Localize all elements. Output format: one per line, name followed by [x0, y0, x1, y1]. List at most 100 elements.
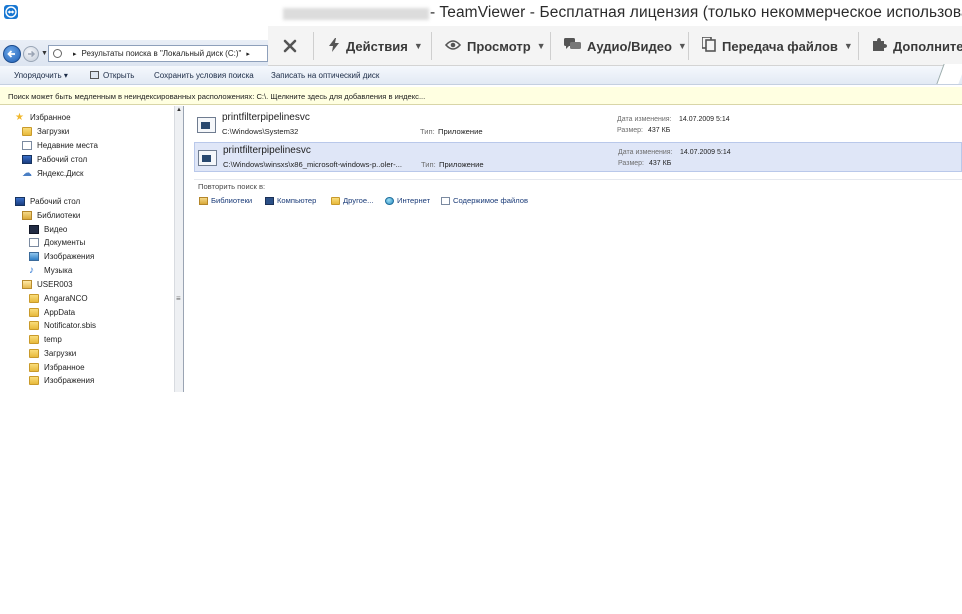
nav-item-desktop[interactable]: Рабочий стол [22, 155, 87, 164]
nav-item-label: temp [44, 335, 62, 344]
application-icon [198, 150, 217, 166]
link-label: Интернет [397, 196, 431, 205]
pictures-folder-icon [29, 376, 39, 385]
toolbar-divider [431, 32, 432, 60]
link-label: Содержимое файлов [453, 196, 529, 205]
computer-icon [265, 196, 274, 205]
result-date-label: Дата изменения: [618, 149, 673, 156]
nav-item-user-pictures[interactable]: Изображения [29, 376, 94, 385]
close-session-button[interactable] [282, 26, 298, 66]
result-name: printfilterpipelinesvc [222, 112, 310, 123]
nav-item-label: Notificator.sbis [44, 321, 97, 330]
folder-icon [331, 196, 340, 205]
nav-item-pictures[interactable]: Изображения [29, 252, 94, 261]
lightning-icon [328, 37, 340, 55]
nav-item-label: Библиотеки [37, 211, 81, 220]
link-label: Библиотеки [211, 196, 253, 205]
nav-item-desktop-root[interactable]: Рабочий стол [15, 197, 80, 206]
result-date-value: 14.07.2009 5:14 [679, 116, 730, 123]
repeat-in-libraries-link[interactable]: Библиотеки [199, 196, 252, 205]
nav-item-user-downloads[interactable]: Загрузки [29, 349, 76, 358]
file-transfer-menu-button[interactable]: Передача файлов ▼ [701, 26, 853, 66]
command-bar: Упорядочить ▾ Открыть Сохранить условия … [0, 66, 962, 85]
back-button[interactable] [3, 45, 21, 63]
nav-item-favorites[interactable]: ★ Избранное [15, 112, 71, 123]
history-dropdown-button[interactable]: ▼ [41, 50, 48, 57]
result-type-value: Приложение [438, 127, 483, 136]
nav-item-yandex-disk[interactable]: ☁ Яндекс.Диск [22, 169, 84, 179]
repeat-in-file-contents-link[interactable]: Содержимое файлов [441, 196, 528, 205]
nav-item-documents[interactable]: Документы [29, 238, 85, 247]
results-divider [194, 179, 962, 180]
result-size-label: Размер: [618, 160, 645, 167]
nav-item-label: Яндекс.Диск [37, 169, 84, 178]
open-label: Открыть [103, 71, 135, 80]
nav-item-user-favorites[interactable]: Избранное [29, 363, 85, 372]
back-arrow-icon [7, 50, 15, 58]
folder-icon [29, 321, 39, 330]
nav-item-label: Рабочий стол [30, 197, 81, 206]
link-label: Компьютер [277, 196, 317, 205]
splitter-grip-icon[interactable]: ≡ [176, 294, 181, 303]
star-icon: ★ [15, 112, 24, 123]
breadcrumb[interactable]: Результаты поиска в "Локальный диск (C:)… [82, 49, 242, 58]
result-name: printfilterpipelinesvc [223, 145, 311, 156]
nav-item-user003[interactable]: USER003 [22, 280, 73, 289]
view-label: Просмотр [467, 38, 531, 54]
index-info-bar[interactable]: Поиск может быть медленным в неиндексиро… [0, 87, 962, 105]
nav-item-temp[interactable]: temp [29, 335, 62, 344]
recent-places-icon [22, 141, 32, 150]
address-bar[interactable]: ▸ Результаты поиска в "Локальный диск (C… [48, 45, 268, 62]
result-path: C:\Windows\System32 [222, 127, 299, 136]
result-path: C:\Windows\winsxs\x86_microsoft-windows-… [223, 160, 402, 169]
result-item-selected[interactable]: printfilterpipelinesvc C:\Windows\winsxs… [194, 142, 962, 172]
pictures-library-icon [29, 252, 39, 261]
audio-video-menu-button[interactable]: Аудио/Видео ▼ [564, 26, 687, 66]
nav-pane-scrollbar[interactable]: ▲ ≡ [174, 106, 184, 392]
result-size-value: 437 КБ [648, 127, 671, 134]
breadcrumb-chevron-icon[interactable]: ▸ [246, 50, 250, 58]
view-menu-button[interactable]: Просмотр ▼ [444, 26, 546, 66]
blank-area [0, 392, 962, 614]
organize-button[interactable]: Упорядочить ▾ [14, 71, 68, 80]
open-button[interactable]: Открыть [90, 71, 134, 80]
forward-button[interactable] [23, 46, 39, 62]
eye-icon [444, 39, 462, 54]
chat-bubbles-icon [564, 38, 581, 54]
file-transfer-label: Передача файлов [722, 38, 838, 54]
chevron-down-icon: ▼ [413, 41, 423, 51]
info-bar-text: Поиск может быть медленным в неиндексиро… [8, 92, 426, 101]
repeat-in-other-link[interactable]: Другое... [331, 196, 373, 205]
nav-item-appdata[interactable]: AppData [29, 308, 75, 317]
nav-item-angaranco[interactable]: AngaraNCO [29, 294, 88, 303]
result-date-label: Дата изменения: [617, 116, 672, 123]
save-search-button[interactable]: Сохранить условия поиска [154, 71, 254, 80]
nav-item-label: Загрузки [37, 127, 70, 136]
nav-item-label: Загрузки [44, 349, 77, 358]
nav-item-music[interactable]: ♪ Музыка [29, 265, 72, 276]
nav-item-label: Видео [44, 225, 68, 234]
nav-item-notificator[interactable]: Notificator.sbis [29, 321, 96, 330]
libraries-icon [22, 211, 32, 220]
nav-item-recent-places[interactable]: Недавние места [22, 141, 98, 150]
nav-item-downloads[interactable]: Загрузки [22, 127, 69, 136]
result-type-label: Тип: [420, 127, 435, 136]
user-folder-icon [22, 280, 32, 289]
nav-item-label: Изображения [44, 252, 95, 261]
nav-item-video[interactable]: Видео [29, 225, 67, 234]
extras-menu-button[interactable]: Дополнител [872, 26, 962, 66]
breadcrumb-chevron-icon[interactable]: ▸ [73, 50, 77, 58]
result-item[interactable]: printfilterpipelinesvc C:\Windows\System… [194, 110, 962, 140]
actions-menu-button[interactable]: Действия ▼ [328, 26, 423, 66]
link-label: Другое... [343, 196, 374, 205]
nav-item-libraries[interactable]: Библиотеки [22, 211, 80, 220]
downloads-folder-icon [29, 349, 39, 358]
scroll-up-arrow-icon[interactable]: ▲ [176, 107, 182, 113]
nav-item-label: Изображения [44, 376, 95, 385]
burn-disc-button[interactable]: Записать на оптический диск [271, 71, 379, 80]
repeat-in-internet-link[interactable]: Интернет [385, 196, 430, 205]
repeat-in-computer-link[interactable]: Компьютер [265, 196, 316, 205]
redacted-partner-id [283, 8, 429, 20]
music-library-icon: ♪ [29, 265, 34, 276]
file-contents-icon [441, 196, 450, 205]
